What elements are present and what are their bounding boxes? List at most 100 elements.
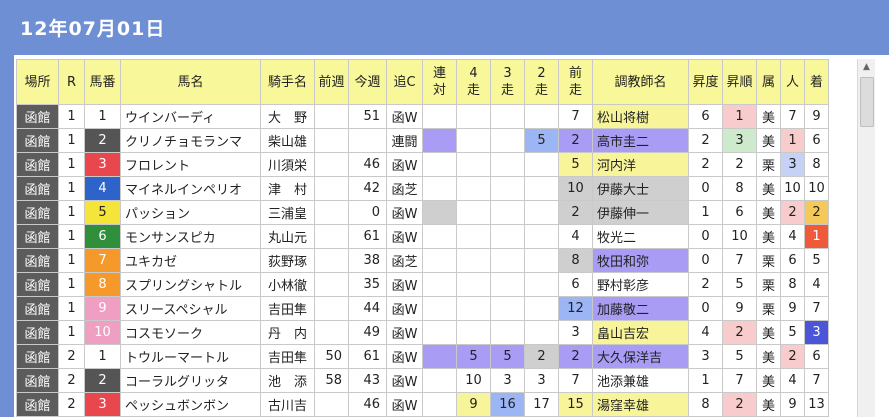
this-week-cell: 42 <box>348 176 387 201</box>
column-header[interactable]: 着 <box>804 59 829 105</box>
popularity-cell: 1 <box>780 128 805 153</box>
shodo-cell: 3 <box>688 344 723 369</box>
prev-run-cell: 10 <box>558 176 593 201</box>
trainer-cell: 伊藤伸一 <box>592 200 689 225</box>
horse-name-cell: モンサンスピカ <box>120 224 261 249</box>
column-header[interactable]: 4走 <box>456 59 491 105</box>
shojun-cell: 1 <box>722 104 757 129</box>
jockey-cell: 三浦皇 <box>260 200 315 225</box>
place-cell: 函館 <box>16 272 59 297</box>
run4-cell <box>456 296 491 321</box>
workout-course-cell: 函W <box>386 152 423 177</box>
horse-number-cell: 5 <box>84 200 121 225</box>
run3-cell <box>490 320 525 345</box>
finish-cell: 6 <box>804 344 829 369</box>
column-header[interactable]: 騎手名 <box>260 59 315 105</box>
horse-name-cell: コスモソーク <box>120 320 261 345</box>
column-header[interactable]: 場所 <box>16 59 59 105</box>
table-row[interactable]: 函館 1 8 スプリングシャトル 小林徹 35 函W 6 野村彰彦 2 5 栗 8 4 <box>16 272 829 297</box>
column-header[interactable]: 馬名 <box>120 59 261 105</box>
table-row[interactable]: 函館 1 7 ユキカゼ 荻野琢 38 函芝 8 牧田和弥 0 7 栗 6 5 <box>16 248 829 273</box>
table-row[interactable]: 函館 1 10 コスモソーク丹 内 49 函W 3 畠山吉宏 4 2 美 5 3 <box>16 320 829 345</box>
column-header[interactable]: 馬番 <box>84 59 121 105</box>
column-header[interactable]: 今週 <box>348 59 387 105</box>
scroll-up-arrow-icon[interactable]: ▲ <box>858 59 875 76</box>
horse-number-cell: 10 <box>84 320 121 345</box>
column-header[interactable]: 属 <box>756 59 781 105</box>
table-row[interactable]: 函館 1 6 モンサンスピカ 丸山元 61 函W 4 牧光二 0 10 美 4 1 <box>16 224 829 249</box>
prev-run-cell: 8 <box>558 248 593 273</box>
column-header[interactable]: 昇度 <box>688 59 723 105</box>
this-week-cell: 44 <box>348 296 387 321</box>
shodo-cell: 8 <box>688 392 723 417</box>
run4-cell <box>456 248 491 273</box>
jockey-cell: 吉田隼 <box>260 296 315 321</box>
horse-number-cell: 4 <box>84 176 121 201</box>
column-header[interactable]: 前走 <box>558 59 593 105</box>
horse-name-cell: スプリングシャトル <box>120 272 261 297</box>
run2-cell <box>524 248 559 273</box>
horse-number-cell: 6 <box>84 224 121 249</box>
vertical-scrollbar[interactable]: ▲ <box>857 59 875 417</box>
prev-week-cell: 50 <box>314 344 349 369</box>
affiliation-cell: 栗 <box>756 152 781 177</box>
race-number-cell: 1 <box>58 104 85 129</box>
table-row[interactable]: 函館 2 1 トウルーマートル 吉田隼 50 61 函W 5 5 2 2 大久保洋吉 3 5 美 2 6 <box>16 344 829 369</box>
shojun-cell: 7 <box>722 368 757 393</box>
table-row[interactable]: 函館 1 5 パッション 三浦皇 0 函W 2 伊藤伸一 1 6 美 2 2 <box>16 200 829 225</box>
this-week-cell: 46 <box>348 392 387 417</box>
prev-run-cell: 7 <box>558 104 593 129</box>
trainer-cell: 伊藤大士 <box>592 176 689 201</box>
column-header[interactable]: 前週 <box>314 59 349 105</box>
column-header[interactable]: 連対 <box>422 59 457 105</box>
horse-number-cell: 8 <box>84 272 121 297</box>
finish-cell: 10 <box>804 176 829 201</box>
horse-name-cell: パッション <box>120 200 261 225</box>
popularity-cell: 7 <box>780 104 805 129</box>
run4-cell <box>456 272 491 297</box>
column-header[interactable]: 調教師名 <box>592 59 689 105</box>
prev-run-cell: 5 <box>558 152 593 177</box>
run4-cell: 9 <box>456 392 491 417</box>
column-header[interactable]: 追C <box>386 59 423 105</box>
this-week-cell: 49 <box>348 320 387 345</box>
place-cell: 函館 <box>16 248 59 273</box>
run3-cell <box>490 272 525 297</box>
table-row[interactable]: 函館 2 3 ペッシュボンボン 古川吉 46 函W 9 16 17 15 湯窪幸雄 8 2 美 9 13 <box>16 392 829 417</box>
race-number-cell: 1 <box>58 128 85 153</box>
horse-number-cell: 2 <box>84 128 121 153</box>
table-row[interactable]: 函館 1 4 マイネルインペリオ津 村 42 函芝 10 伊藤大士 0 8 美 10 10 <box>16 176 829 201</box>
column-header[interactable]: R <box>58 59 85 105</box>
ren-cell <box>422 104 457 129</box>
table-row[interactable]: 函館 1 3 フロレント 川須栄 46 函W 5 河内洋 2 2 栗 3 8 <box>16 152 829 177</box>
affiliation-cell: 美 <box>756 320 781 345</box>
prev-run-cell: 2 <box>558 128 593 153</box>
trainer-cell: 松山将樹 <box>592 104 689 129</box>
run2-cell <box>524 176 559 201</box>
horse-number-cell: 3 <box>84 392 121 417</box>
prev-run-cell: 15 <box>558 392 593 417</box>
run4-cell: 10 <box>456 368 491 393</box>
jockey-cell: 津 村 <box>260 176 315 201</box>
popularity-cell: 6 <box>780 248 805 273</box>
table-row[interactable]: 函館 1 9 スリースペシャル 吉田隼 44 函W 12 加藤敬二 0 9 栗 9 7 <box>16 296 829 321</box>
column-header[interactable]: 人 <box>780 59 805 105</box>
place-cell: 函館 <box>16 368 59 393</box>
column-header[interactable]: 昇順 <box>722 59 757 105</box>
scrollbar-thumb[interactable] <box>860 77 874 127</box>
run2-cell <box>524 200 559 225</box>
page-title: 12年07月01日 <box>20 18 166 40</box>
horse-number-cell: 1 <box>84 104 121 129</box>
place-cell: 函館 <box>16 152 59 177</box>
popularity-cell: 9 <box>780 296 805 321</box>
column-header[interactable]: 2走 <box>524 59 559 105</box>
prev-run-cell: 3 <box>558 320 593 345</box>
run4-cell <box>456 152 491 177</box>
table-row[interactable]: 函館 1 1 ウインバーディ大 野 51 函W 7 松山将樹 6 1 美 7 9 <box>16 104 829 129</box>
column-header[interactable]: 3走 <box>490 59 525 105</box>
affiliation-cell: 美 <box>756 176 781 201</box>
table-row[interactable]: 函館 2 2 コーラルグリッタ池 添 58 43 函W 10 3 3 7 池添兼雄 1 7 美 4 7 <box>16 368 829 393</box>
prev-week-cell <box>314 200 349 225</box>
results-panel: 場所 R 馬番 馬名 騎手名 前週 今週 追C 連対 4 走 3 走 2 走前走調教師名 昇度 昇順属人着 函館… <box>14 55 889 417</box>
table-row[interactable]: 函館 1 2 クリノチョモランマ 柴山雄 連闘 5 2 高市圭二 2 3 美 1 6 <box>16 128 829 153</box>
